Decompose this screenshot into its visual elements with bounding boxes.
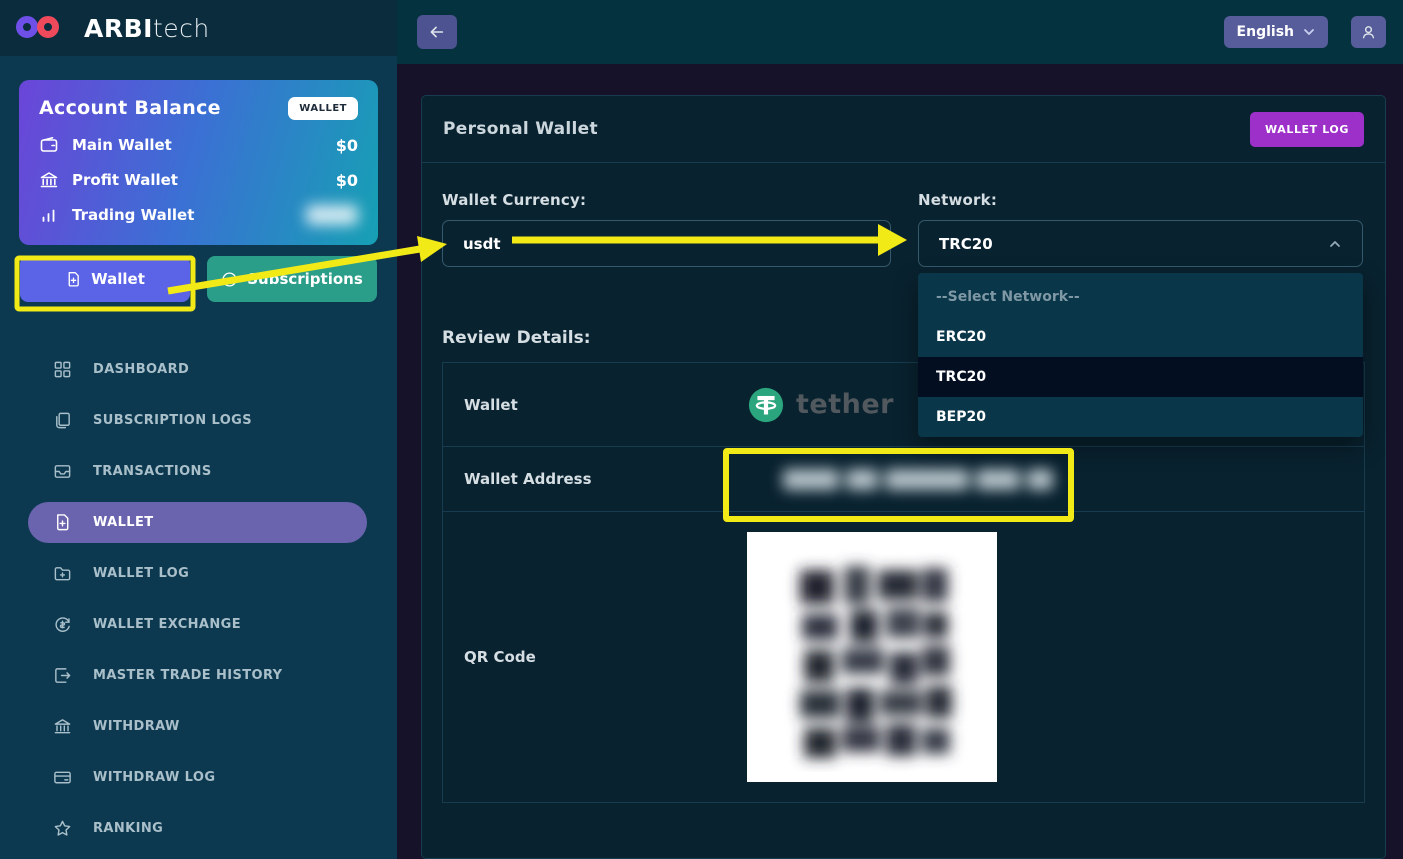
wallet-currency-field: Wallet Currency:: [442, 191, 891, 267]
sidebar-item-wallet-exchange[interactable]: WALLET EXCHANGE: [0, 604, 397, 645]
profit-wallet-row: Profit Wallet $0: [39, 170, 358, 190]
sidebar-item-label: WALLET EXCHANGE: [93, 617, 241, 632]
wallet-icon: [39, 135, 59, 155]
wallet-currency-label: Wallet Currency:: [442, 191, 891, 209]
trading-wallet-row: Trading Wallet: [39, 205, 358, 225]
gauge-icon: [221, 271, 238, 288]
network-dropdown-menu: --Select Network-- ERC20 TRC20 BEP20: [918, 273, 1363, 437]
chevron-down-icon: [1303, 26, 1315, 38]
sidebar-item-ranking[interactable]: RANKING: [0, 808, 397, 849]
wallet-button-label: Wallet: [91, 270, 145, 288]
exchange-refresh-icon: [53, 615, 72, 634]
bank-icon: [39, 170, 59, 190]
sidebar-item-label: MASTER TRADE HISTORY: [93, 668, 283, 683]
wallet-badge: WALLET: [288, 97, 358, 120]
wallet-currency-input[interactable]: [442, 220, 891, 267]
tether-coin-icon: [747, 386, 785, 424]
wallet-row-label: Wallet: [443, 363, 747, 446]
wallet-button[interactable]: Wallet: [20, 256, 190, 302]
infinity-logo-icon: [16, 12, 72, 44]
brand-name-bold: ARBI: [84, 14, 153, 43]
sidebar-item-label: WALLET LOG: [93, 566, 189, 581]
brand-name: ARBItech: [84, 14, 210, 43]
star-icon: [53, 819, 72, 838]
table-row-wallet-address: Wallet Address: [443, 447, 1364, 512]
main-wallet-row: Main Wallet $0: [39, 135, 358, 155]
sidebar-item-wallet[interactable]: WALLET: [28, 502, 367, 543]
sidebar-item-label: WITHDRAW LOG: [93, 770, 215, 785]
sidebar-item-withdraw[interactable]: WITHDRAW: [0, 706, 397, 747]
network-selected-value: TRC20: [939, 235, 993, 253]
sidebar-item-dashboard[interactable]: DASHBOARD: [0, 349, 397, 390]
main-wallet-value: $0: [336, 136, 358, 155]
language-selector[interactable]: English: [1224, 16, 1328, 48]
logo: ARBItech: [0, 0, 397, 56]
sidebar-item-subscription-logs[interactable]: SUBSCRIPTION LOGS: [0, 400, 397, 441]
tether-wordmark: tether: [796, 389, 894, 420]
bar-chart-icon: [39, 205, 59, 225]
qr-code-row-label: QR Code: [443, 512, 747, 802]
file-plus-icon: [53, 513, 72, 532]
network-field: Network: TRC20 --Select Network-- ERC20 …: [918, 191, 1363, 267]
sidebar-item-master-trade-history[interactable]: MASTER TRADE HISTORY: [0, 655, 397, 696]
sidebar-item-wallet-log[interactable]: WALLET LOG: [0, 553, 397, 594]
sidebar-item-withdraw-log[interactable]: WITHDRAW LOG: [0, 757, 397, 798]
network-option-bep20[interactable]: BEP20: [918, 397, 1363, 437]
sidebar-item-label: RANKING: [93, 821, 163, 836]
sidebar-item-label: WITHDRAW: [93, 719, 180, 734]
profit-wallet-label: Profit Wallet: [72, 171, 178, 189]
wallet-address-blurred: [783, 469, 1053, 490]
balance-card-title: Account Balance: [39, 97, 221, 119]
sidebar-item-label: DASHBOARD: [93, 362, 189, 377]
network-option-trc20[interactable]: TRC20: [918, 357, 1363, 397]
arrow-left-icon: [428, 23, 446, 41]
panel-title: Personal Wallet: [443, 119, 598, 139]
main-area: English Personal Wallet WALLET LOG Walle…: [397, 0, 1403, 859]
person-icon: [1360, 24, 1377, 41]
sidebar: ARBItech Account Balance WALLET Main Wal…: [0, 0, 397, 859]
main-wallet-label: Main Wallet: [72, 136, 172, 154]
sidebar-item-label: SUBSCRIPTION LOGS: [93, 413, 252, 428]
network-select[interactable]: TRC20: [918, 220, 1363, 267]
qr-code-image-blurred: [747, 532, 997, 782]
wallet-log-button[interactable]: WALLET LOG: [1250, 112, 1364, 147]
folder-plus-icon: [53, 564, 72, 583]
sidebar-item-transactions[interactable]: TRANSACTIONS: [0, 451, 397, 492]
box-arrow-icon: [53, 666, 72, 685]
sidebar-item-label: TRANSACTIONS: [93, 464, 212, 479]
sidebar-nav: DASHBOARD SUBSCRIPTION LOGS TRANSACTIONS…: [0, 339, 397, 859]
credit-card-icon: [53, 768, 72, 787]
file-plus-icon: [65, 271, 82, 288]
subscriptions-button[interactable]: Subscriptions: [207, 256, 377, 302]
bank-icon: [53, 717, 72, 736]
wallet-address-row-label: Wallet Address: [443, 447, 747, 511]
network-label: Network:: [918, 191, 1363, 209]
dashboard-icon: [53, 360, 72, 379]
chevron-up-icon: [1328, 237, 1342, 251]
tether-logo: tether: [747, 386, 894, 424]
network-option-erc20[interactable]: ERC20: [918, 317, 1363, 357]
user-profile-button[interactable]: [1351, 16, 1386, 48]
inbox-icon: [53, 462, 72, 481]
personal-wallet-panel: Personal Wallet WALLET LOG Wallet Curren…: [421, 95, 1386, 859]
network-option-placeholder[interactable]: --Select Network--: [918, 277, 1363, 317]
topbar: English: [397, 0, 1403, 64]
trading-wallet-label: Trading Wallet: [72, 206, 194, 224]
trading-wallet-value-blurred: [306, 205, 358, 225]
account-balance-card: Account Balance WALLET Main Wallet $0 Pr…: [19, 80, 378, 245]
subscriptions-button-label: Subscriptions: [247, 270, 363, 288]
profit-wallet-value: $0: [336, 171, 358, 190]
sidebar-item-label: WALLET: [93, 515, 154, 530]
language-label: English: [1237, 24, 1294, 40]
copy-icon: [53, 411, 72, 430]
table-row-qr-code: QR Code: [443, 512, 1364, 802]
brand-name-light: tech: [153, 14, 210, 43]
content-area: Personal Wallet WALLET LOG Wallet Curren…: [397, 64, 1403, 859]
back-button[interactable]: [417, 15, 457, 49]
